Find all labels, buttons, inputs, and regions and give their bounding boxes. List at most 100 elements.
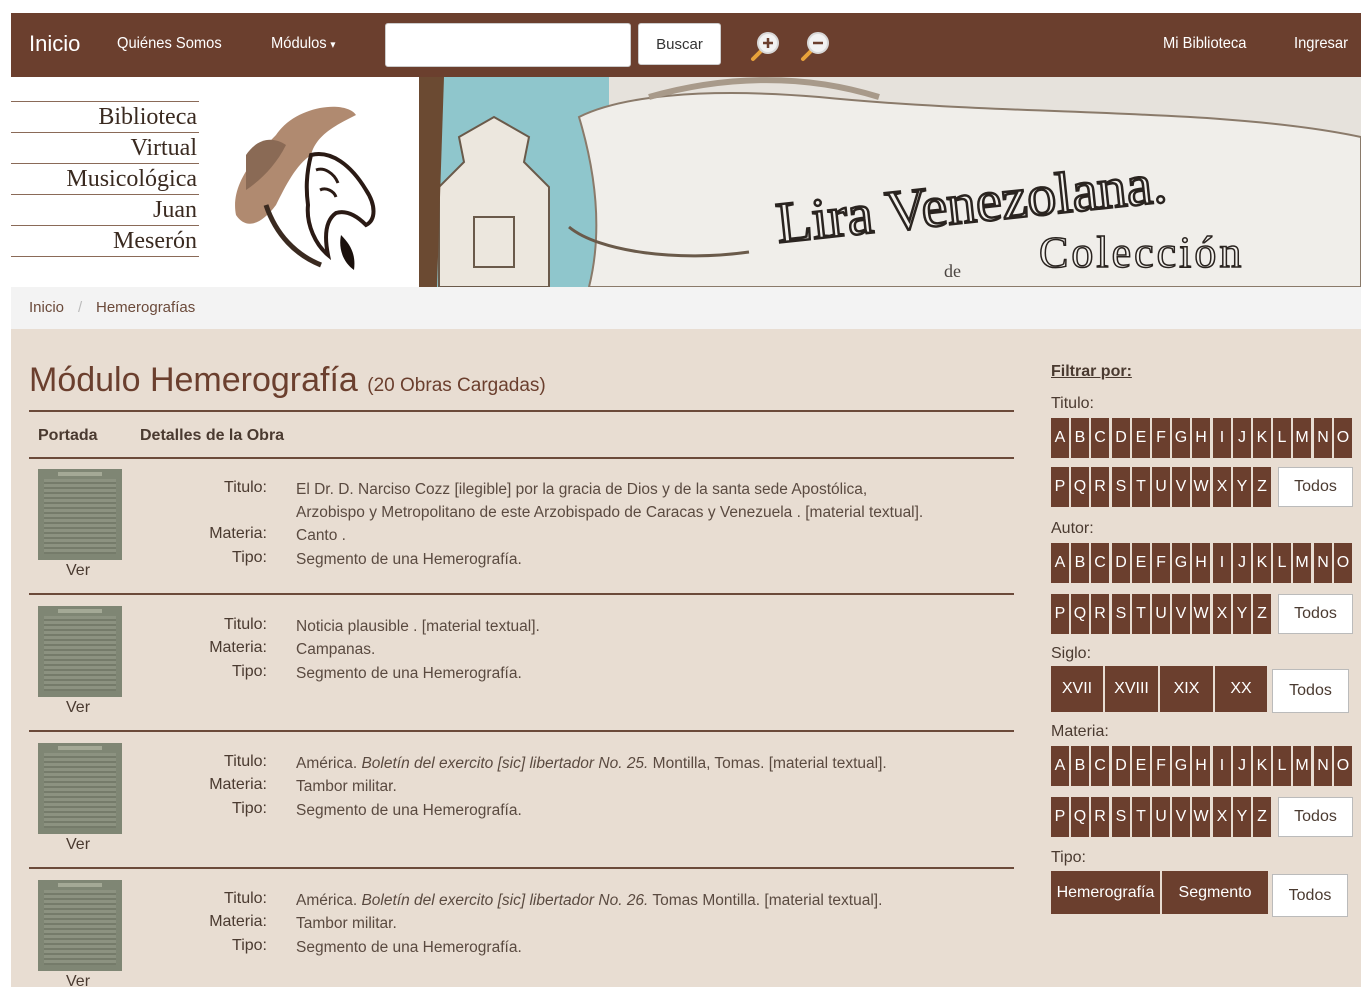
filter-autor-letter-r[interactable]: R [1091, 594, 1109, 634]
filter-titulo-letter-y[interactable]: Y [1233, 467, 1251, 507]
filter-titulo-letter-c[interactable]: C [1091, 418, 1109, 458]
filter-titulo-letter-i[interactable]: I [1213, 418, 1231, 458]
filter-tipo-hemerografia-button[interactable]: Hemerografía [1051, 871, 1160, 914]
zoom-in-icon[interactable] [749, 29, 783, 63]
filter-materia-letter-h[interactable]: H [1192, 746, 1210, 786]
nav-home-link[interactable]: Inicio [29, 31, 80, 57]
filter-materia-letter-e[interactable]: E [1132, 746, 1150, 786]
filter-materia-letter-d[interactable]: D [1112, 746, 1130, 786]
filter-materia-letter-y[interactable]: Y [1233, 797, 1251, 837]
filter-autor-letter-l[interactable]: L [1273, 543, 1291, 583]
zoom-out-icon[interactable] [799, 29, 833, 63]
filter-titulo-letter-q[interactable]: Q [1071, 467, 1089, 507]
site-logo-text[interactable]: Biblioteca Virtual Musicológica Juan Mes… [11, 101, 199, 257]
filter-materia-letter-i[interactable]: I [1213, 746, 1231, 786]
filter-materia-letter-r[interactable]: R [1091, 797, 1109, 837]
filter-titulo-letter-z[interactable]: Z [1253, 467, 1271, 507]
filter-siglo-todos-button[interactable]: Todos [1272, 669, 1349, 713]
filter-autor-letter-s[interactable]: S [1112, 594, 1130, 634]
filter-materia-todos-button[interactable]: Todos [1278, 797, 1353, 837]
filter-autor-letter-u[interactable]: U [1152, 594, 1170, 634]
filter-autor-letter-w[interactable]: W [1192, 594, 1210, 634]
filter-autor-letter-o[interactable]: O [1334, 543, 1352, 583]
filter-siglo-xix-button[interactable]: XIX [1160, 666, 1213, 712]
filter-materia-letter-t[interactable]: T [1132, 797, 1150, 837]
filter-titulo-letter-n[interactable]: N [1314, 418, 1332, 458]
search-input[interactable] [385, 23, 631, 67]
filter-titulo-letter-r[interactable]: R [1091, 467, 1109, 507]
filter-materia-letter-s[interactable]: S [1112, 797, 1130, 837]
nav-modulos-dropdown[interactable]: Módulos ▾ [271, 35, 335, 53]
filter-materia-letter-v[interactable]: V [1172, 797, 1190, 837]
breadcrumb-home-link[interactable]: Inicio [29, 299, 64, 316]
filter-autor-letter-n[interactable]: N [1314, 543, 1332, 583]
filter-titulo-letter-h[interactable]: H [1192, 418, 1210, 458]
filter-titulo-letter-u[interactable]: U [1152, 467, 1170, 507]
filter-autor-todos-button[interactable]: Todos [1278, 594, 1353, 634]
filter-autor-letter-g[interactable]: G [1172, 543, 1190, 583]
filter-autor-letter-m[interactable]: M [1293, 543, 1311, 583]
filter-titulo-letter-l[interactable]: L [1273, 418, 1291, 458]
ver-link[interactable]: Ver [66, 836, 90, 854]
filter-titulo-letter-t[interactable]: T [1132, 467, 1150, 507]
filter-materia-letter-w[interactable]: W [1192, 797, 1210, 837]
filter-autor-letter-y[interactable]: Y [1233, 594, 1251, 634]
filter-titulo-letter-e[interactable]: E [1132, 418, 1150, 458]
filter-materia-letter-a[interactable]: A [1051, 746, 1069, 786]
ver-link[interactable]: Ver [66, 699, 90, 717]
filter-autor-letter-a[interactable]: A [1051, 543, 1069, 583]
filter-titulo-letter-f[interactable]: F [1152, 418, 1170, 458]
filter-titulo-letter-b[interactable]: B [1071, 418, 1089, 458]
filter-titulo-letter-s[interactable]: S [1112, 467, 1130, 507]
filter-materia-letter-l[interactable]: L [1273, 746, 1291, 786]
filter-materia-letter-p[interactable]: P [1051, 797, 1069, 837]
filter-materia-letter-m[interactable]: M [1293, 746, 1311, 786]
filter-siglo-xvii-button[interactable]: XVII [1051, 666, 1103, 712]
filter-tipo-todos-button[interactable]: Todos [1272, 874, 1348, 917]
filter-titulo-letter-x[interactable]: X [1213, 467, 1231, 507]
filter-autor-letter-t[interactable]: T [1132, 594, 1150, 634]
filter-titulo-letter-a[interactable]: A [1051, 418, 1069, 458]
filter-materia-letter-b[interactable]: B [1071, 746, 1089, 786]
nav-mi-biblioteca-link[interactable]: Mi Biblioteca [1163, 35, 1246, 53]
filter-materia-letter-z[interactable]: Z [1253, 797, 1271, 837]
filter-titulo-letter-d[interactable]: D [1112, 418, 1130, 458]
filter-titulo-letter-o[interactable]: O [1334, 418, 1352, 458]
filter-titulo-letter-g[interactable]: G [1172, 418, 1190, 458]
filter-siglo-xx-button[interactable]: XX [1215, 666, 1267, 712]
filter-materia-letter-q[interactable]: Q [1071, 797, 1089, 837]
nav-quienes-link[interactable]: Quiénes Somos [117, 35, 222, 53]
filter-materia-letter-x[interactable]: X [1213, 797, 1231, 837]
filter-autor-letter-h[interactable]: H [1192, 543, 1210, 583]
filter-titulo-letter-p[interactable]: P [1051, 467, 1069, 507]
filter-autor-letter-v[interactable]: V [1172, 594, 1190, 634]
filter-materia-letter-n[interactable]: N [1314, 746, 1332, 786]
filter-titulo-letter-w[interactable]: W [1192, 467, 1210, 507]
filter-autor-letter-c[interactable]: C [1091, 543, 1109, 583]
filter-autor-letter-f[interactable]: F [1152, 543, 1170, 583]
filter-autor-letter-j[interactable]: J [1233, 543, 1251, 583]
filter-autor-letter-e[interactable]: E [1132, 543, 1150, 583]
filter-autor-letter-d[interactable]: D [1112, 543, 1130, 583]
filter-materia-letter-g[interactable]: G [1172, 746, 1190, 786]
filter-titulo-letter-v[interactable]: V [1172, 467, 1190, 507]
filter-materia-letter-f[interactable]: F [1152, 746, 1170, 786]
ver-link[interactable]: Ver [66, 973, 90, 987]
filter-materia-letter-c[interactable]: C [1091, 746, 1109, 786]
filter-materia-letter-k[interactable]: K [1253, 746, 1271, 786]
filter-autor-letter-q[interactable]: Q [1071, 594, 1089, 634]
filter-siglo-xviii-button[interactable]: XVIII [1105, 666, 1158, 712]
filter-materia-letter-j[interactable]: J [1233, 746, 1251, 786]
filter-autor-letter-k[interactable]: K [1253, 543, 1271, 583]
filter-titulo-todos-button[interactable]: Todos [1278, 467, 1353, 507]
filter-titulo-letter-k[interactable]: K [1253, 418, 1271, 458]
filter-materia-letter-u[interactable]: U [1152, 797, 1170, 837]
filter-autor-letter-i[interactable]: I [1213, 543, 1231, 583]
filter-autor-letter-p[interactable]: P [1051, 594, 1069, 634]
filter-tipo-segmento-button[interactable]: Segmento [1162, 871, 1268, 914]
filter-titulo-letter-j[interactable]: J [1233, 418, 1251, 458]
filter-autor-letter-x[interactable]: X [1213, 594, 1231, 634]
filter-titulo-letter-m[interactable]: M [1293, 418, 1311, 458]
search-button[interactable]: Buscar [638, 23, 721, 65]
filter-autor-letter-b[interactable]: B [1071, 543, 1089, 583]
